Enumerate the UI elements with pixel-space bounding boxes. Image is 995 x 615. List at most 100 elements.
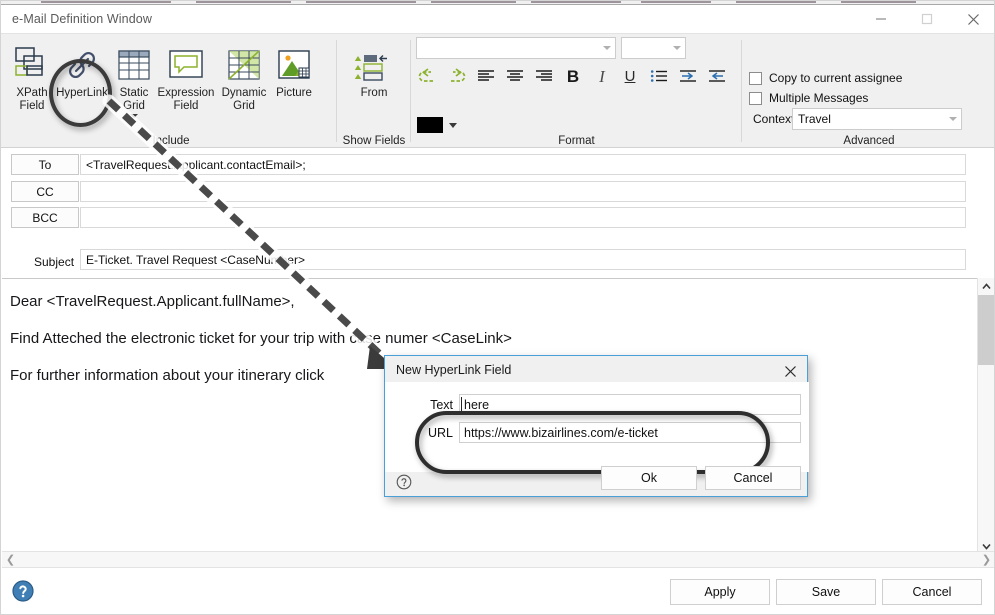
expression-field-label-1: Expression <box>157 87 215 99</box>
picture-button[interactable]: Picture <box>266 39 322 131</box>
subject-input[interactable]: E-Ticket. Travel Request <CaseNumber> <box>80 249 966 270</box>
hyperlink-button[interactable]: HyperLink <box>53 39 111 131</box>
multiple-messages-label: Multiple Messages <box>769 91 869 105</box>
scroll-left-icon[interactable]: ❮ <box>2 552 19 569</box>
window-controls <box>858 5 994 33</box>
underline-icon: U <box>624 67 636 85</box>
expression-field-button[interactable]: Expression Field <box>151 39 221 131</box>
close-icon[interactable] <box>950 5 994 33</box>
vertical-scrollbar[interactable] <box>977 278 994 555</box>
cancel-button[interactable]: Cancel <box>882 579 982 605</box>
scroll-right-icon[interactable]: ❯ <box>978 552 994 569</box>
picture-label: Picture <box>276 87 312 99</box>
from-field-button[interactable]: From <box>346 39 402 131</box>
copy-to-current-assignee-checkbox[interactable]: Copy to current assignee <box>749 71 902 85</box>
scroll-up-icon[interactable] <box>978 278 994 295</box>
ribbon-toolbar: Include XPath Field HyperLink Static Gri… <box>1 33 994 148</box>
apply-button[interactable]: Apply <box>670 579 770 605</box>
align-right-button[interactable] <box>532 64 556 88</box>
hyperlink-icon <box>62 39 102 85</box>
italic-button[interactable]: I <box>590 64 614 88</box>
align-center-icon <box>507 70 523 81</box>
redo-button[interactable] <box>445 64 469 88</box>
close-icon[interactable] <box>777 360 803 382</box>
checkbox-box[interactable] <box>749 71 762 85</box>
align-right-icon <box>536 70 552 81</box>
underline-button[interactable]: U <box>618 64 642 88</box>
body-line-1: Dear <TravelRequest.Applicant.fullName>, <box>10 293 295 310</box>
chevron-down-icon[interactable] <box>945 117 961 121</box>
maximize-icon[interactable] <box>904 5 950 33</box>
ribbon-group-label-include: Include <box>152 135 190 147</box>
text-field-input[interactable]: here <box>459 394 801 415</box>
dynamic-grid-icon <box>226 39 262 85</box>
ribbon-group-label-advanced: Advanced <box>843 135 895 147</box>
xpath-field-icon <box>11 39 53 85</box>
decrease-indent-button[interactable] <box>705 64 729 88</box>
text-color-chevron-down-icon[interactable] <box>449 123 457 128</box>
bcc-button[interactable]: BCC <box>11 207 79 228</box>
url-field-input[interactable]: https://www.bizairlines.com/e-ticket <box>459 422 801 443</box>
dynamic-grid-label-1: Dynamic <box>221 87 267 99</box>
vertical-scroll-thumb[interactable] <box>978 295 994 365</box>
bold-icon: B <box>566 66 580 86</box>
to-button[interactable]: To <box>11 154 79 175</box>
ok-button[interactable]: Ok <box>601 466 697 490</box>
font-name-combo[interactable] <box>416 37 616 59</box>
align-left-icon <box>478 70 494 81</box>
save-button[interactable]: Save <box>776 579 876 605</box>
window-title: e-Mail Definition Window <box>12 12 152 26</box>
ribbon-group-label-show-fields: Show Fields <box>342 135 406 147</box>
new-hyperlink-field-dialog: New HyperLink Field Text here URL https:… <box>384 355 809 497</box>
increase-indent-icon <box>680 70 696 82</box>
context-combo[interactable]: Travel <box>792 108 962 130</box>
horizontal-scrollbar[interactable]: ❮ ❯ <box>2 551 994 569</box>
decrease-indent-icon <box>709 70 725 82</box>
context-value: Travel <box>798 112 831 126</box>
expression-field-label-2: Field <box>173 100 199 112</box>
expression-field-icon <box>166 39 206 85</box>
font-size-combo[interactable] <box>621 37 686 59</box>
url-field-label: URL <box>427 425 453 440</box>
chevron-down-icon[interactable] <box>599 46 615 50</box>
static-grid-chevron-down-icon[interactable] <box>130 114 138 118</box>
help-circle-icon[interactable] <box>396 474 412 490</box>
help-question-icon[interactable] <box>11 579 35 603</box>
align-left-button[interactable] <box>474 64 498 88</box>
undo-button[interactable] <box>415 64 439 88</box>
hyperlink-label: HyperLink <box>56 87 108 99</box>
dialog-text-row: Text here <box>415 394 801 415</box>
text-color-button[interactable] <box>417 117 443 133</box>
xpath-field-label-2: Field <box>19 100 45 112</box>
subject-label: Subject <box>34 255 75 269</box>
redo-icon <box>451 68 466 82</box>
static-grid-label-1: Static <box>119 87 149 99</box>
dialog-cancel-button[interactable]: Cancel <box>705 466 801 490</box>
text-field-caret <box>461 397 462 411</box>
text-field-label: Text <box>430 397 453 412</box>
dialog-title: New HyperLink Field <box>396 363 512 377</box>
multiple-messages-checkbox[interactable]: Multiple Messages <box>749 91 868 105</box>
bullet-list-icon <box>650 70 667 82</box>
email-definition-window: e-Mail Definition Window Include XPath F… <box>0 0 995 615</box>
italic-icon: I <box>599 66 605 86</box>
to-input[interactable]: <TravelRequest.Applicant.contactEmail>; <box>80 154 966 175</box>
static-grid-icon <box>117 39 151 85</box>
dynamic-grid-button[interactable]: Dynamic Grid <box>216 39 272 131</box>
chevron-down-icon[interactable] <box>669 46 685 50</box>
minimize-icon[interactable] <box>858 5 904 33</box>
title-bar: e-Mail Definition Window <box>1 5 994 33</box>
context-label: Context <box>753 112 795 126</box>
cc-input[interactable] <box>80 181 966 202</box>
cc-button[interactable]: CC <box>11 181 79 202</box>
from-field-icon <box>353 39 395 85</box>
align-center-button[interactable] <box>503 64 527 88</box>
bullet-list-button[interactable] <box>647 64 671 88</box>
bcc-input[interactable] <box>80 207 966 228</box>
bold-button[interactable]: B <box>561 64 585 88</box>
dynamic-grid-label-2: Grid <box>233 100 255 112</box>
ribbon-group-label-format: Format <box>558 135 595 147</box>
checkbox-box[interactable] <box>749 91 762 105</box>
dialog-url-row: URL https://www.bizairlines.com/e-ticket <box>415 422 801 443</box>
increase-indent-button[interactable] <box>676 64 700 88</box>
